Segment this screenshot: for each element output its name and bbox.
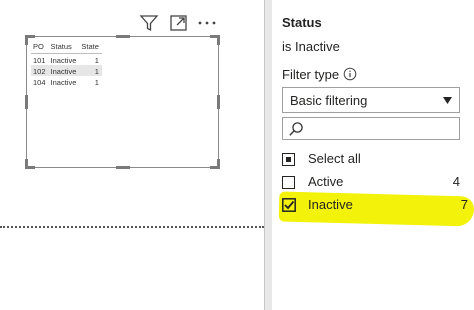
more-options-icon[interactable] [196,12,218,34]
table-visual[interactable]: PO Status State 101 Inactive 1 102 Inact… [25,35,220,169]
column-header[interactable]: State [79,40,102,54]
filter-item-count: 4 [452,174,460,189]
filter-type-dropdown[interactable]: Basic filtering [282,87,460,113]
focus-mode-icon[interactable] [168,12,190,34]
checkbox[interactable] [282,153,295,166]
resize-handle[interactable] [116,35,130,38]
table-cell: 102 [31,65,49,76]
table-header-row: PO Status State [31,40,102,54]
checkbox-checked-icon[interactable] [282,198,296,212]
table-row[interactable]: 101 Inactive 1 [31,54,102,66]
filter-type-value: Basic filtering [290,93,368,108]
resize-handle[interactable] [217,159,220,169]
page-divider [0,226,264,228]
filter-item-active[interactable]: Active 4 [282,173,462,193]
info-icon[interactable] [343,67,357,81]
resize-handle[interactable] [25,95,28,109]
filter-item-label: Select all [308,151,361,166]
filter-item-count: 7 [460,197,468,212]
filter-item-select-all[interactable]: Select all [282,150,462,170]
filter-field-name[interactable]: Status [282,15,322,30]
table-cell: 101 [33,55,46,65]
filter-item-label: Active [308,174,344,189]
resize-handle[interactable] [25,35,28,45]
resize-handle[interactable] [217,95,220,109]
column-header[interactable]: PO [31,40,49,54]
chevron-down-icon [443,97,452,104]
column-header[interactable]: Status [48,40,80,54]
data-table: PO Status State 101 Inactive 1 102 Inact… [31,40,102,87]
filter-item-label: Inactive [308,197,353,212]
checkbox[interactable] [282,176,295,189]
filter-item-inactive[interactable]: Inactive 7 [282,196,468,216]
visual-header [138,12,218,34]
filter-card: Status is Inactive Filter type Basic fil… [272,0,474,310]
table-row[interactable]: 104 Inactive 1 [31,76,102,87]
search-input[interactable] [309,120,454,137]
search-field[interactable] [282,117,460,140]
table-row[interactable]: 102 Inactive 1 [31,65,102,76]
resize-handle[interactable] [25,159,28,169]
table-cell: 104 [33,77,46,87]
table-cell: 1 [79,65,102,76]
resize-handle[interactable] [217,35,220,45]
table-cell: 1 [94,55,99,65]
pane-splitter[interactable] [264,0,272,310]
table-cell: Inactive [50,77,77,87]
table-cell: Inactive [50,55,77,65]
resize-handle[interactable] [116,166,130,169]
filter-type-label: Filter type [282,67,340,82]
filter-icon[interactable] [138,12,160,34]
search-icon [289,122,303,136]
filter-condition: is Inactive [282,39,340,54]
table-cell: 1 [94,77,99,87]
table-cell: Inactive [48,65,80,76]
